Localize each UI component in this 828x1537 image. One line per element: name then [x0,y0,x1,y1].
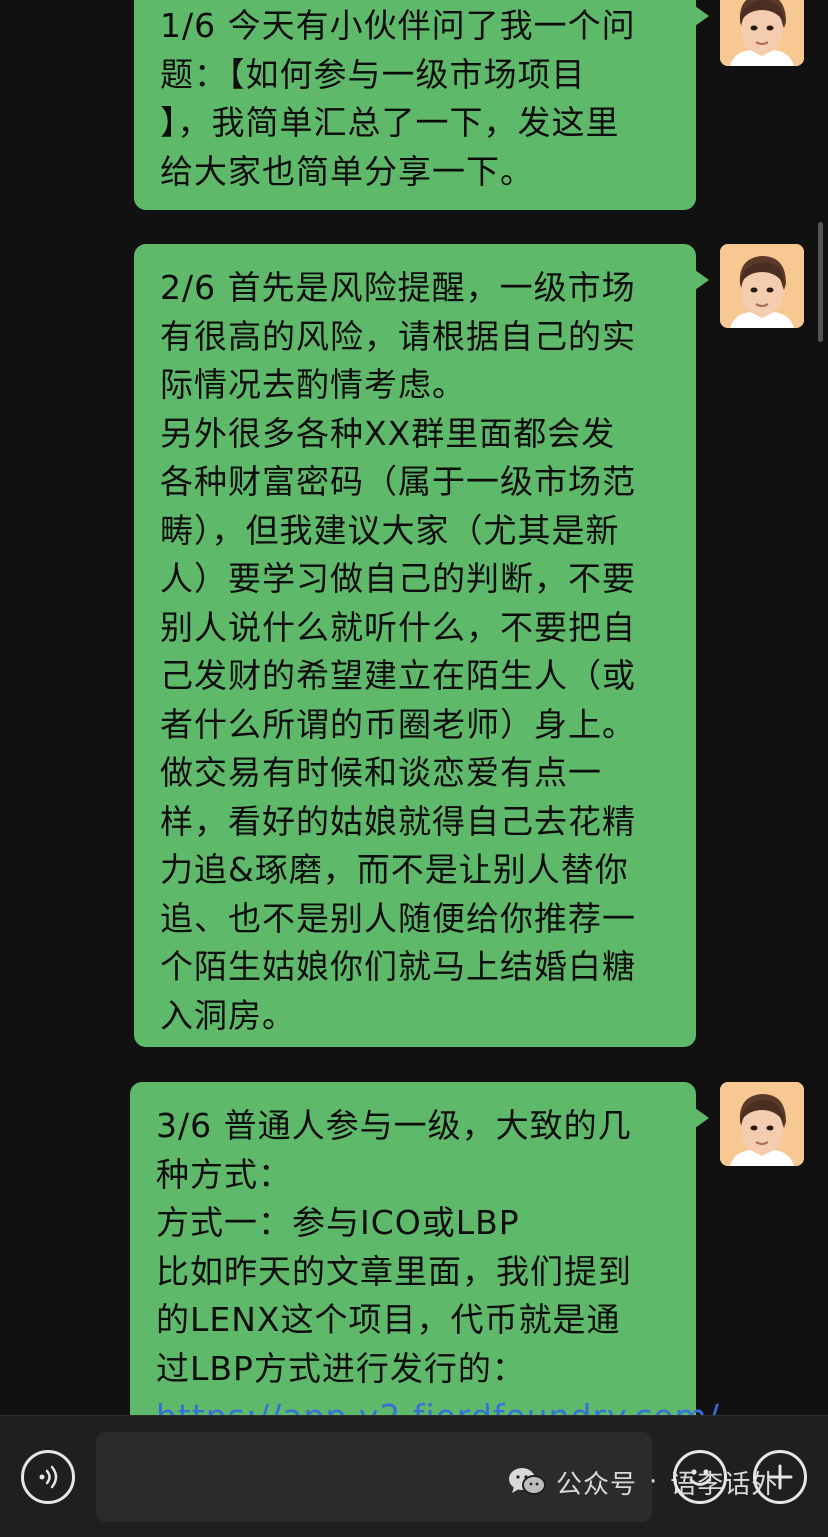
emoji-icon [689,1469,711,1486]
voice-button[interactable] [21,1450,75,1504]
avatar-face-icon [720,244,804,328]
input-bar: 公众号 · 语李话外 [0,1415,828,1537]
plus-icon [767,1464,793,1490]
message-line: 给大家也简单分享一下。 [160,151,534,191]
message-bubble-1[interactable]: 1/6 今天有小伙伴问了我一个问 题：【如何参与一级市场项目 】，我简单汇总了一… [134,0,709,210]
message-line: 的LENX这个项目，代币就是通 [156,1300,621,1339]
message-line: 】，我简单汇总了一下，发这里 [160,103,620,142]
message-line: 3/6 普通人参与一级，大致的几 [156,1106,632,1145]
message-line: 种方式： [156,1154,292,1194]
message-line: 方式一：参与ICO或LBP [156,1203,520,1242]
message-line: 畴），但我建议大家（尤其是新 [160,510,620,550]
message-line: 别人说什么就听什么，不要把自 [160,607,636,647]
watermark-label: 公众号 [556,1469,638,1500]
message-line: 追、也不是别人随便给你推荐一 [160,898,636,938]
message-line: 力追&琢磨，而不是让别人替你 [160,850,629,889]
message-line: 个陌生姑娘你们就马上结婚白糖 [160,947,636,986]
message-line: 各种财富密码（属于一级市场范 [160,462,636,501]
message-line: 1/6 今天有小伙伴问了我一个问 [160,6,636,45]
message-bubble-3[interactable]: 3/6 普通人参与一级，大致的几 种方式： 方式一：参与ICO或LBP 比如昨天… [130,1082,719,1415]
message-line: 比如昨天的文章里面，我们提到 [156,1251,632,1291]
message-line: 己发财的希望建立在陌生人（或 [160,656,636,695]
message-line: 做交易有时候和谈恋爱有点一 [160,753,602,792]
plus-button[interactable] [753,1450,807,1504]
message-line: 者什么所谓的币圈老师）身上。 [160,704,636,744]
chat-area: 1/6 今天有小伙伴问了我一个问 题：【如何参与一级市场项目 】，我简单汇总了一… [0,0,828,1415]
message-line: 题：【如何参与一级市场项目 [160,54,586,94]
avatar[interactable] [720,0,804,66]
message-link[interactable]: https://app.v2.fjordfoundry.com/ [156,1393,719,1415]
emoji-button[interactable] [673,1450,727,1504]
avatar-face-icon [720,0,804,66]
message-line: 2/6 首先是风险提醒，一级市场 [160,268,636,307]
avatar-face-icon [720,1082,804,1166]
voice-icon [39,1465,58,1489]
watermark-separator: · [649,1467,659,1497]
wechat-icon [509,1468,546,1495]
avatar[interactable] [720,1082,804,1166]
avatar[interactable] [720,244,804,328]
watermark: 公众号 · 语李话外 [508,1460,778,1504]
message-line: 过LBP方式进行发行的： [156,1348,526,1388]
message-line: 另外很多各种XX群里面都会发 [160,413,616,453]
message-line: 样，看好的姑娘就得自己去花精 [160,801,636,841]
message-bubble-2[interactable]: 2/6 首先是风险提醒，一级市场 有很高的风险，请根据自己的实 际情况去酌情考虑… [134,244,709,1047]
message-line: 际情况去酌情考虑。 [160,365,466,404]
message-line: 入洞房。 [160,995,296,1035]
message-line: 有很高的风险，请根据自己的实 [160,316,636,356]
message-line: 人）要学习做自己的判断，不要 [160,559,636,598]
scrollbar[interactable] [818,222,823,342]
